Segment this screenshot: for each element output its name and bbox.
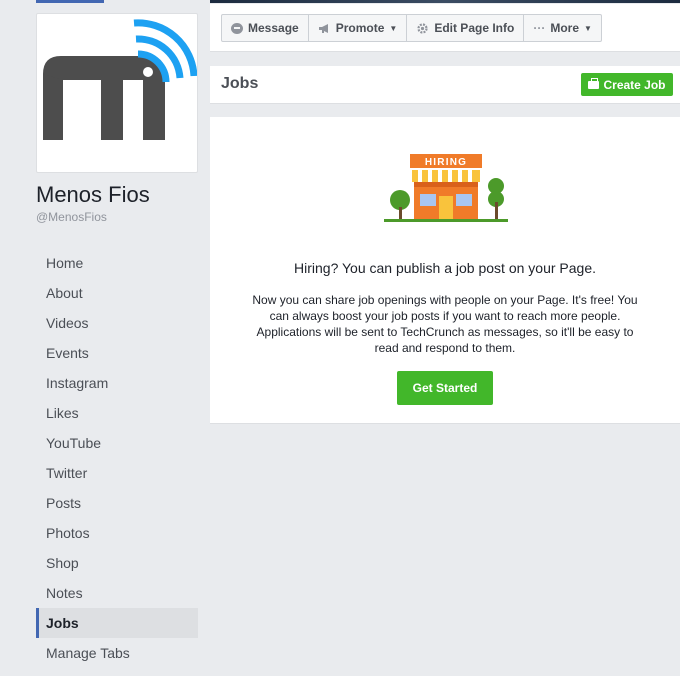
- more-label: More: [550, 21, 579, 35]
- sidebar-item-likes[interactable]: Likes: [36, 398, 198, 428]
- gear-icon: [417, 22, 428, 34]
- promote-label: Promote: [335, 21, 385, 35]
- jobs-header: Jobs Create Job: [210, 66, 680, 104]
- action-button-group: Message Promote ▼ Edit Page Info ··· Mor…: [221, 14, 602, 42]
- get-started-button[interactable]: Get Started: [397, 371, 493, 405]
- sidebar-item-home[interactable]: Home: [36, 248, 198, 278]
- jobs-headline: Hiring? You can publish a job post on yo…: [294, 260, 596, 276]
- page-name[interactable]: Menos Fios: [36, 182, 150, 208]
- hiring-storefront-icon: HIRING: [384, 154, 508, 222]
- sidebar-item-notes[interactable]: Notes: [36, 578, 198, 608]
- promote-button[interactable]: Promote ▼: [309, 15, 408, 41]
- section-title: Jobs: [221, 75, 259, 92]
- message-button[interactable]: Message: [222, 15, 309, 41]
- top-strip-blue: [36, 0, 104, 3]
- messenger-icon: [231, 22, 243, 34]
- megaphone-icon: [318, 23, 328, 33]
- more-dots-icon: ···: [533, 21, 546, 35]
- briefcase-icon: [588, 77, 600, 89]
- create-job-button[interactable]: Create Job: [581, 73, 673, 96]
- more-button[interactable]: ··· More ▼: [524, 15, 601, 41]
- hiring-sign-text: HIRING: [425, 157, 467, 168]
- edit-page-info-button[interactable]: Edit Page Info: [407, 15, 525, 41]
- message-label: Message: [248, 21, 299, 35]
- sidebar-item-youtube[interactable]: YouTube: [36, 428, 198, 458]
- sidebar-item-shop[interactable]: Shop: [36, 548, 198, 578]
- sidebar-item-jobs[interactable]: Jobs: [36, 608, 198, 638]
- profile-picture[interactable]: [36, 13, 198, 173]
- sidebar-item-manage-tabs[interactable]: Manage Tabs: [36, 638, 198, 668]
- create-job-label: Create Job: [603, 77, 666, 92]
- chevron-down-icon: ▼: [584, 23, 592, 33]
- cover-edge: [210, 0, 680, 3]
- sidebar-item-videos[interactable]: Videos: [36, 308, 198, 338]
- edit-page-info-label: Edit Page Info: [434, 21, 515, 35]
- sidebar-item-photos[interactable]: Photos: [36, 518, 198, 548]
- menos-fios-logo-icon: [43, 19, 198, 140]
- sidebar-item-instagram[interactable]: Instagram: [36, 368, 198, 398]
- chevron-down-icon: ▼: [389, 23, 398, 33]
- sidebar-item-twitter[interactable]: Twitter: [36, 458, 198, 488]
- jobs-empty-state-card: HIRING Hiring? You can publish a job pos…: [210, 117, 680, 424]
- sidebar-item-posts[interactable]: Posts: [36, 488, 198, 518]
- sidebar-item-about[interactable]: About: [36, 278, 198, 308]
- sidebar-item-events[interactable]: Events: [36, 338, 198, 368]
- page-action-bar: Message Promote ▼ Edit Page Info ··· Mor…: [210, 4, 680, 52]
- page-nav: Home About Videos Events Instagram Likes…: [36, 248, 198, 668]
- jobs-description: Now you can share job openings with peop…: [252, 293, 638, 355]
- page-handle[interactable]: @MenosFios: [36, 210, 107, 224]
